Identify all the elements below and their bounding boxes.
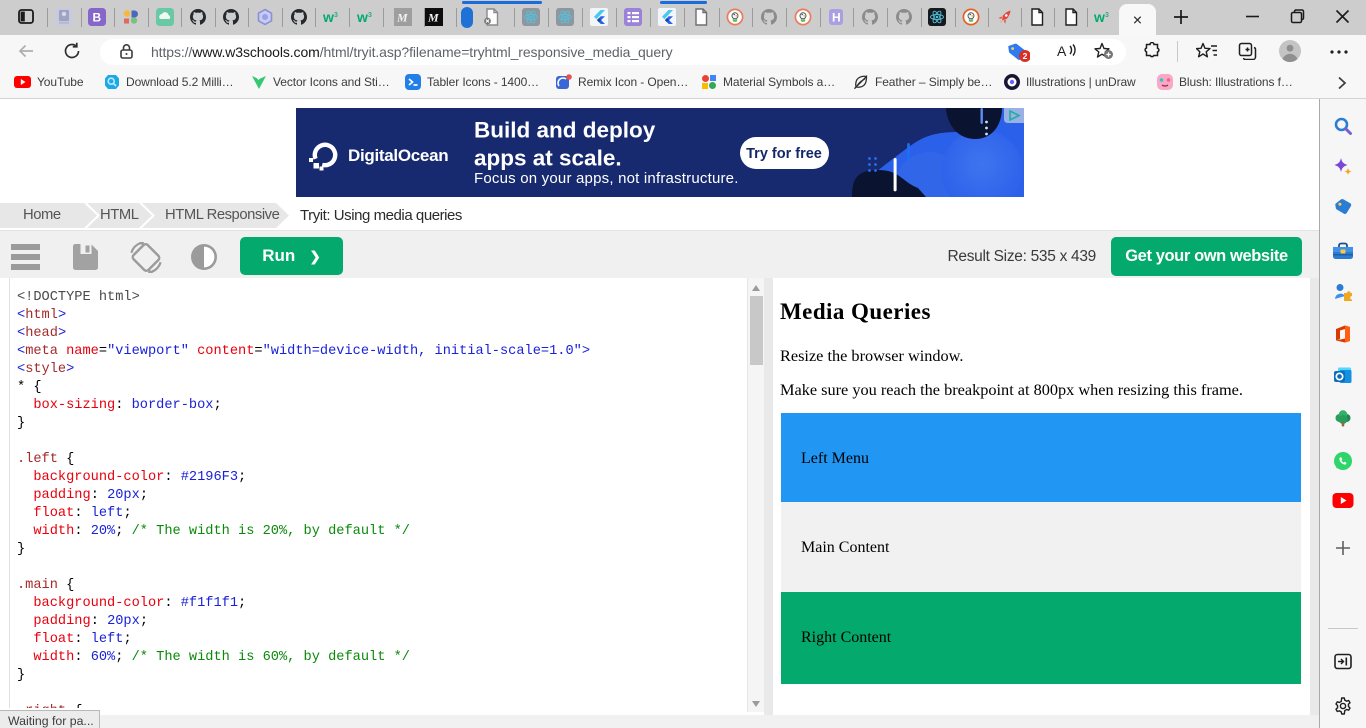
- svg-text:w: w: [1094, 9, 1105, 25]
- svg-text:3: 3: [368, 12, 372, 19]
- svg-text:w: w: [323, 9, 334, 25]
- svg-text:B: B: [93, 11, 102, 25]
- svg-text:Build and deploy: Build and deploy: [474, 118, 656, 143]
- svg-text:Try for free: Try for free: [746, 146, 822, 162]
- svg-text:3: 3: [1105, 12, 1109, 19]
- svg-text:w: w: [357, 9, 368, 25]
- svg-text:M: M: [396, 11, 408, 25]
- svg-text:M: M: [427, 11, 439, 25]
- svg-text:H: H: [832, 11, 841, 25]
- svg-text:3: 3: [334, 12, 338, 19]
- svg-text:apps at scale.: apps at scale.: [474, 146, 622, 171]
- svg-text:DigitalOcean: DigitalOcean: [348, 146, 448, 165]
- svg-text:2: 2: [1023, 51, 1028, 61]
- svg-text:Focus on your apps, not infras: Focus on your apps, not infrastructure.: [474, 170, 739, 187]
- svg-text:A: A: [1057, 43, 1067, 59]
